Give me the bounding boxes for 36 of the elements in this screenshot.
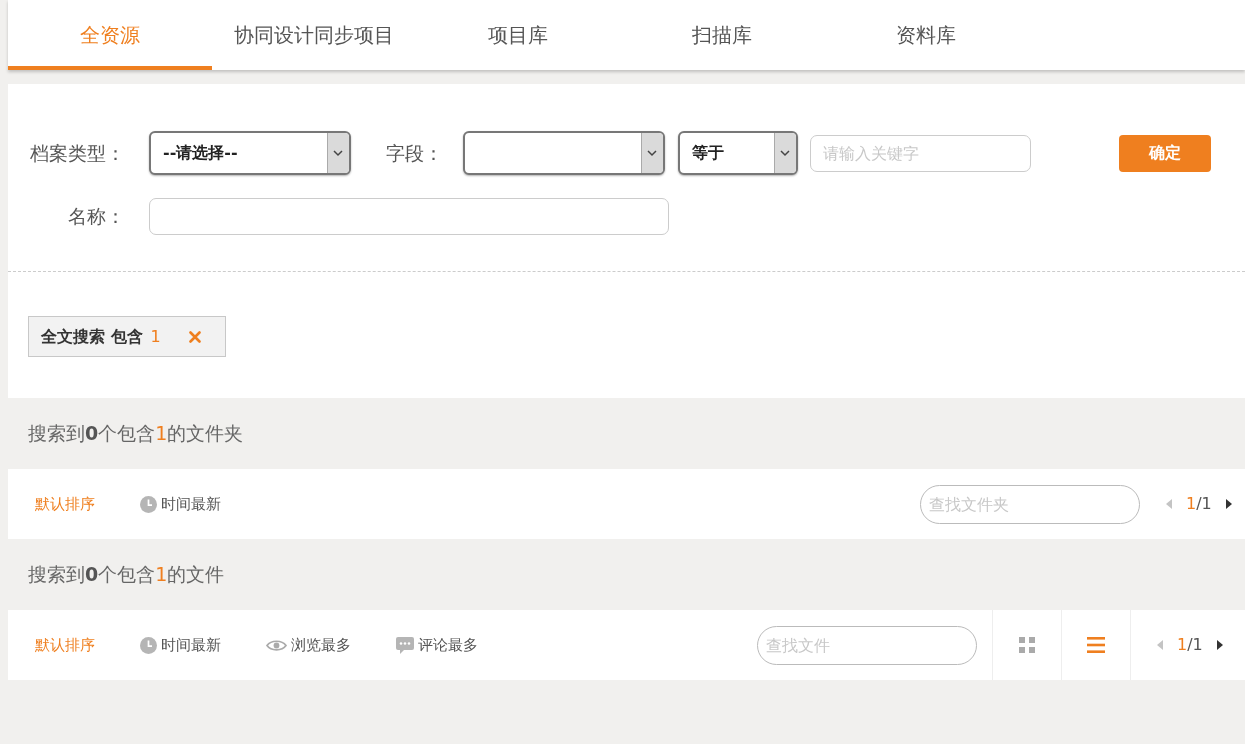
field-label: 档案类型：: [30, 141, 125, 164]
filter-tag-text: 全文搜索 包含 1: [41, 325, 161, 348]
grid-icon: [1019, 637, 1035, 653]
clock-icon: [140, 636, 157, 654]
caret-right-icon: [1225, 499, 1232, 509]
chat-bubble-icon: [396, 636, 414, 654]
result-summary: 搜索到0个包含1的文件: [28, 562, 225, 588]
operator-select[interactable]: 等于: [678, 131, 798, 175]
result-summary: 搜索到0个包含1的文件夹: [28, 421, 244, 447]
field-select[interactable]: [463, 131, 665, 175]
tab[interactable]: 扫描库: [620, 0, 824, 70]
next-page-button[interactable]: [1223, 497, 1234, 511]
sort-option[interactable]: 浏览最多: [266, 633, 351, 657]
chevron-icon: [327, 133, 349, 173]
caret-left-icon: [1157, 640, 1163, 650]
close-icon[interactable]: [188, 330, 201, 343]
tab[interactable]: 项目库: [416, 0, 620, 70]
archive-type-select[interactable]: --请选择--: [149, 131, 351, 175]
eye-icon: [266, 638, 287, 652]
page-indicator: 1/1: [1186, 493, 1212, 515]
chevron-icon: [641, 133, 663, 173]
sort-option[interactable]: 时间最新: [140, 633, 221, 657]
clock-icon: [140, 495, 157, 513]
field-label: 字段：: [386, 140, 443, 166]
caret-right-icon: [1216, 640, 1223, 650]
tab[interactable]: 协同设计同步项目: [212, 0, 416, 70]
caret-left-icon: [1166, 499, 1172, 509]
sort-option[interactable]: 时间最新: [140, 492, 221, 516]
page-indicator: 1/1: [1177, 634, 1203, 656]
name-input[interactable]: [149, 198, 669, 235]
list-icon: [1087, 637, 1105, 653]
sort-option[interactable]: 评论最多: [396, 633, 478, 657]
tab[interactable]: 资料库: [824, 0, 1028, 70]
next-page-button[interactable]: [1214, 638, 1225, 652]
field-label: 名称：: [68, 205, 125, 228]
chevron-icon: [774, 133, 796, 173]
